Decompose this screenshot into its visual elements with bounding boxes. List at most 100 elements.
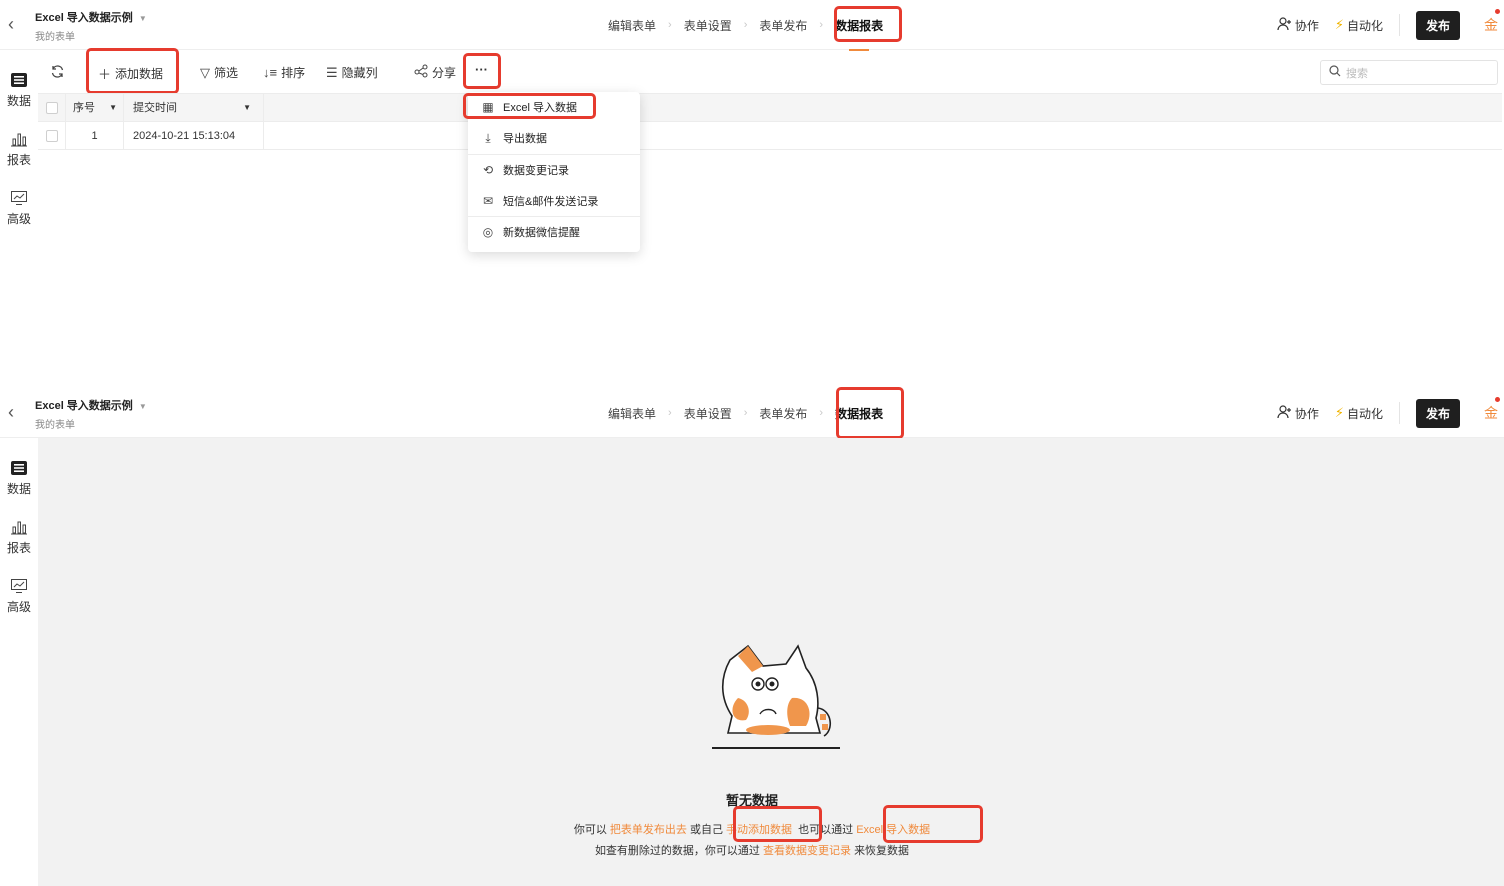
menu-item-export[interactable]: ⤓ 导出数据 xyxy=(468,123,640,153)
tab-data-report[interactable]: 数据报表 xyxy=(829,17,889,51)
chevron-right-icon: › xyxy=(668,407,672,419)
caret-down-icon[interactable]: ▼ xyxy=(109,94,117,122)
collaborate-label: 协作 xyxy=(1294,18,1319,33)
sidebar-item-report[interactable]: 报表 xyxy=(0,131,38,168)
chevron-right-icon: › xyxy=(668,19,672,31)
automation-label: 自动化 xyxy=(1346,18,1383,33)
collaborate-button[interactable]: 协作 xyxy=(1277,16,1319,34)
download-icon: ⤓ xyxy=(485,130,491,145)
empty-hint-line-1: 你可以 把表单发布出去 或自己 手动添加数据 也可以通过 Excel 导入数据 xyxy=(573,824,931,836)
wechat-icon: ◎ xyxy=(482,225,494,239)
sidebar-item-advanced[interactable]: 高级 xyxy=(0,190,38,227)
sidebar-item-label: 高级 xyxy=(6,600,31,614)
form-subtitle: 我的表单 xyxy=(35,32,75,43)
back-chevron-icon[interactable]: ‹ xyxy=(8,402,24,422)
list-icon xyxy=(11,73,27,87)
table-row[interactable]: 1 2024-10-21 15:13:04 xyxy=(38,122,1502,150)
header-actions: 协作 ⚡ 自动化 发布 金 xyxy=(1277,388,1504,438)
sort-icon: ↓≡ xyxy=(263,65,278,80)
caret-down-icon[interactable]: ▼ xyxy=(139,14,147,23)
screenshot-top: ‹ Excel 导入数据示例 ▼ 我的表单 编辑表单 › 表单设置 › 表单发布 … xyxy=(0,0,1504,275)
publish-button[interactable]: 发布 xyxy=(1415,10,1460,40)
data-toolbar: ＋添加数据 ▽ 筛选 ↓≡ 排序 ☰ 隐藏列 分享 ··· 搜索 xyxy=(38,52,1504,92)
lightning-icon: ⚡ xyxy=(1334,405,1344,420)
mail-icon: ✉ xyxy=(482,194,494,208)
publish-button[interactable]: 发布 xyxy=(1415,398,1460,428)
sidebar-item-data[interactable]: 数据 xyxy=(0,72,38,109)
top-bar: ‹ Excel 导入数据示例 ▼ 我的表单 编辑表单 › 表单设置 › 表单发布 … xyxy=(0,0,1504,51)
chevron-right-icon: › xyxy=(743,19,748,31)
caret-down-icon[interactable]: ▼ xyxy=(243,94,251,122)
back-chevron-icon[interactable]: ‹ xyxy=(8,14,24,34)
plus-icon: ＋ xyxy=(98,67,112,82)
lightning-icon: ⚡ xyxy=(1334,17,1344,32)
tab-data-report[interactable]: 数据报表 xyxy=(829,405,889,439)
bar-chart-icon xyxy=(11,521,27,535)
filter-label: 筛选 xyxy=(214,66,239,80)
tab-form-settings[interactable]: 表单设置 xyxy=(678,405,738,422)
tab-form-publish[interactable]: 表单发布 xyxy=(753,17,813,34)
publish-form-link[interactable]: 把表单发布出去 xyxy=(610,824,687,836)
caret-down-icon[interactable]: ▼ xyxy=(139,402,147,411)
share-button[interactable]: 分享 xyxy=(414,64,456,81)
filter-button[interactable]: ▽ 筛选 xyxy=(200,64,238,81)
select-all-checkbox[interactable] xyxy=(46,102,58,114)
search-input[interactable]: 搜索 xyxy=(1320,60,1498,85)
form-title-block[interactable]: Excel 导入数据示例 ▼ 我的表单 xyxy=(35,9,147,43)
form-title: Excel 导入数据示例 xyxy=(35,400,133,412)
share-icon xyxy=(414,64,428,81)
sidebar-item-report[interactable]: 报表 xyxy=(0,519,38,556)
form-title-block[interactable]: Excel 导入数据示例 ▼ 我的表单 xyxy=(35,397,147,431)
sidebar-item-data[interactable]: 数据 xyxy=(0,460,38,497)
cell-submitted-time: 2024-10-21 15:13:04 xyxy=(124,122,264,150)
automation-button[interactable]: ⚡ 自动化 xyxy=(1335,17,1383,34)
automation-button[interactable]: ⚡ 自动化 xyxy=(1335,405,1383,422)
sidebar-item-label: 报表 xyxy=(6,153,31,167)
collaborate-button[interactable]: 协作 xyxy=(1277,404,1319,422)
side-nav: 数据 报表 高级 xyxy=(0,460,38,637)
divider xyxy=(1398,14,1400,36)
view-change-log-link[interactable]: 查看数据变更记录 xyxy=(763,845,851,857)
sidebar-item-label: 数据 xyxy=(6,482,31,496)
header-actions: 协作 ⚡ 自动化 发布 金 xyxy=(1277,0,1504,50)
menu-item-wechat-reminder[interactable]: ◎ 新数据微信提醒 xyxy=(468,217,640,247)
tab-form-publish[interactable]: 表单发布 xyxy=(753,405,813,422)
empty-cat-illustration xyxy=(712,644,840,749)
monitor-chart-icon xyxy=(11,579,27,593)
search-icon xyxy=(1329,65,1341,80)
data-table: 序号 ▼ 提交时间 ▼ 1 2024-10-21 15:13:04 xyxy=(38,93,1502,273)
empty-title: 暂无数据 xyxy=(725,793,778,808)
history-icon: ⟲ xyxy=(482,163,494,177)
search-placeholder: 搜索 xyxy=(1346,67,1368,80)
more-options-button[interactable]: ··· xyxy=(475,62,488,77)
excel-import-link[interactable]: Excel 导入数据 xyxy=(856,824,930,836)
form-title: Excel 导入数据示例 xyxy=(35,12,133,24)
coin-icon[interactable]: 金 xyxy=(1484,397,1500,423)
tab-edit-form[interactable]: 编辑表单 xyxy=(602,405,662,422)
column-header-index[interactable]: 序号 ▼ xyxy=(66,94,124,122)
bar-chart-icon xyxy=(11,133,27,147)
sort-button[interactable]: ↓≡ 排序 xyxy=(263,64,305,81)
refresh-icon[interactable] xyxy=(50,64,65,79)
add-user-icon xyxy=(1277,16,1292,34)
collaborate-label: 协作 xyxy=(1294,406,1319,421)
add-data-button[interactable]: ＋添加数据 xyxy=(98,64,163,83)
add-data-label: 添加数据 xyxy=(115,67,164,81)
tab-form-settings[interactable]: 表单设置 xyxy=(678,17,738,34)
chevron-right-icon: › xyxy=(819,407,824,419)
coin-icon[interactable]: 金 xyxy=(1484,9,1500,35)
divider xyxy=(1398,402,1400,424)
sidebar-item-advanced[interactable]: 高级 xyxy=(0,578,38,615)
hide-columns-button[interactable]: ☰ 隐藏列 xyxy=(326,64,378,81)
menu-item-sms-email-log[interactable]: ✉ 短信&邮件发送记录 xyxy=(468,186,640,216)
columns-icon: ☰ xyxy=(326,64,338,80)
row-checkbox[interactable] xyxy=(46,130,58,142)
menu-item-change-log[interactable]: ⟲ 数据变更记录 xyxy=(468,155,640,185)
side-nav: 数据 报表 高级 xyxy=(0,72,38,249)
column-header-submitted[interactable]: 提交时间 ▼ xyxy=(124,94,264,122)
tab-edit-form[interactable]: 编辑表单 xyxy=(602,17,662,34)
menu-item-excel-import[interactable]: ▦ Excel 导入数据 xyxy=(468,92,640,122)
manual-add-data-link[interactable]: 手动添加数据 xyxy=(726,824,792,836)
add-user-icon xyxy=(1277,404,1292,422)
chevron-right-icon: › xyxy=(819,19,824,31)
